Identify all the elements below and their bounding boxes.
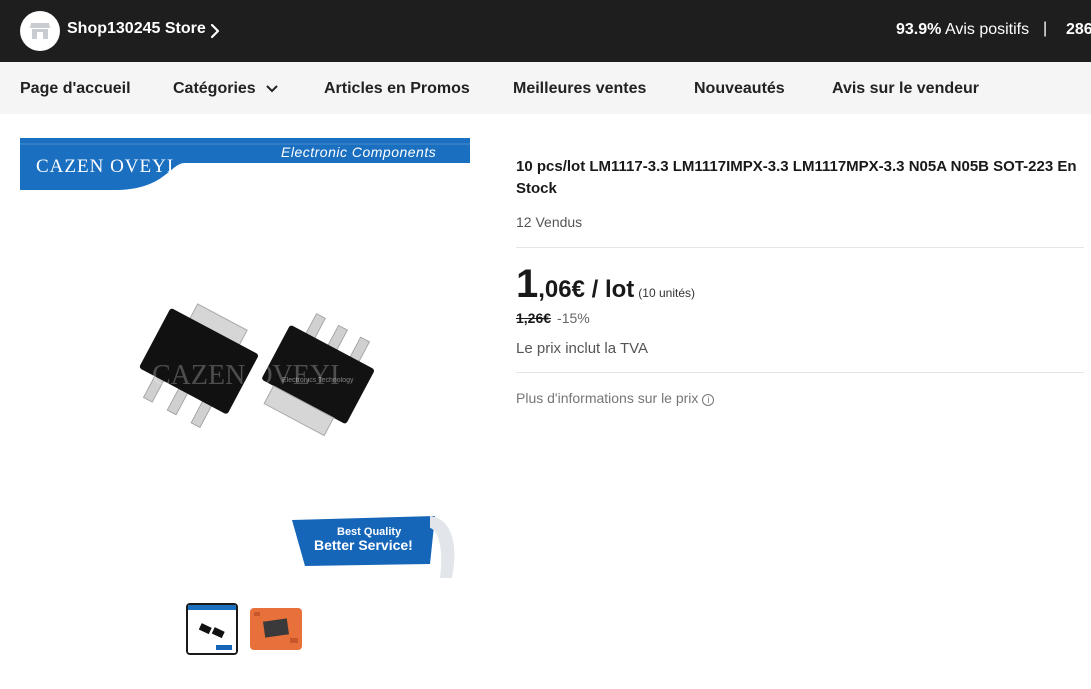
positive-feedback: 93.9% Avis positifs: [896, 21, 1029, 39]
divider-top: [516, 247, 1084, 248]
thumbnail-2[interactable]: [250, 608, 302, 650]
quality-badge: Best Quality Better Service!: [292, 516, 455, 578]
watermark: CAZEN OVEYI: [152, 360, 339, 391]
header-separator: |: [1043, 20, 1048, 37]
price-units: (10 unités): [638, 286, 695, 300]
chevron-down-icon: [266, 85, 278, 93]
price-info-link[interactable]: Plus d'informations sur le prix i: [516, 390, 715, 406]
badge-line-2: Better Service!: [314, 537, 413, 553]
store-name-link[interactable]: Shop130245 Store: [67, 20, 206, 38]
nav-home[interactable]: Page d'accueil: [20, 80, 131, 98]
thumbnail-1[interactable]: [186, 603, 238, 655]
info-icon: i: [702, 394, 715, 406]
price-rest: ,06€ / lot: [538, 276, 635, 303]
nav-promos[interactable]: Articles en Promos: [324, 80, 470, 98]
product-title: 10 pcs/lot LM1117-3.3 LM1117IMPX-3.3 LM1…: [516, 158, 1077, 197]
thumbnail-2-image: [250, 608, 302, 650]
store-header: Shop130245 Store 93.9% Avis positifs | 2…: [0, 0, 1091, 62]
nav-best-sellers[interactable]: Meilleures ventes: [513, 80, 646, 98]
discount-badge: -15%: [557, 310, 590, 326]
product-main-image[interactable]: CAZEN OVEYI Electronic Components CAZEN …: [20, 138, 470, 588]
original-price-row: 1,26€ -15%: [516, 310, 590, 326]
brand-logo: CAZEN OVEYI: [36, 156, 174, 177]
nav-categories-label: Catégories: [173, 80, 256, 97]
current-price: 1,06€ / lot (10 unités): [516, 262, 695, 307]
nav-categories[interactable]: Catégories: [173, 80, 278, 98]
nav-seller-reviews[interactable]: Avis sur le vendeur: [832, 80, 979, 98]
positive-feedback-label: Avis positifs: [944, 21, 1030, 38]
sold-count: 12 Vendus: [516, 214, 583, 230]
product-photo: CAZEN OVEYI Electronic Components CAZEN …: [20, 138, 470, 578]
price-info-label: Plus d'informations sur le prix: [516, 390, 699, 406]
thumbnail-1-image: [188, 605, 236, 653]
watermark-sub: Electronics Technology: [282, 377, 354, 384]
banner-text: Electronic Components: [281, 144, 436, 160]
chevron-right-icon[interactable]: [208, 21, 222, 41]
nav-new-arrivals[interactable]: Nouveautés: [694, 80, 785, 98]
original-price: 1,26€: [516, 310, 552, 326]
store-icon: [30, 23, 50, 39]
store-avatar[interactable]: [20, 11, 60, 51]
positive-feedback-value: 93.9%: [896, 21, 942, 38]
price-integer: 1: [516, 262, 539, 306]
divider-bottom: [516, 372, 1084, 373]
vat-note: Le prix inclut la TVA: [516, 340, 649, 357]
followers-count: 286: [1066, 21, 1091, 38]
store-nav: Page d'accueil Catégories Articles en Pr…: [0, 62, 1091, 114]
